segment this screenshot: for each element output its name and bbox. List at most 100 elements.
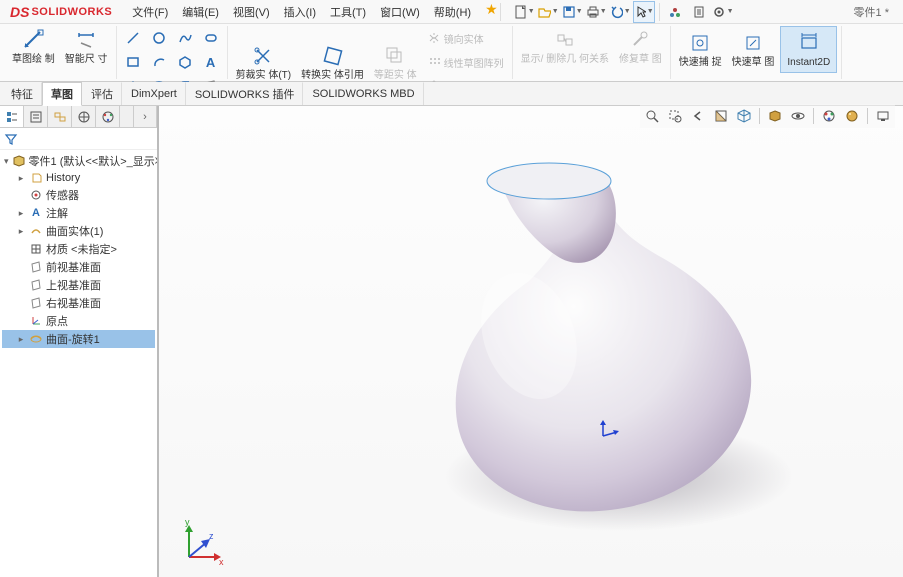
- ribbon-group-modify: 剪裁实 体(T) 转换实 体引用 等距实 体 镜向实体 线性草图阵列 移动实体: [228, 26, 513, 79]
- pattern-button: 线性草图阵列: [423, 50, 508, 74]
- ribbon-group-sketch: 草图绘 制 智能尺 寸: [4, 26, 117, 79]
- main-menu: 文件(F) 编辑(E) 视图(V) 插入(I) 工具(T) 窗口(W) 帮助(H…: [126, 1, 497, 23]
- tree-annotations[interactable]: ▸A注解: [2, 204, 155, 222]
- main-area: › ▾零件1 (默认<<默认>_显示状态 ▸History 传感器 ▸A注解 ▸…: [0, 106, 903, 577]
- tree-history[interactable]: ▸History: [2, 170, 155, 186]
- instant2d-button[interactable]: Instant2D: [780, 26, 837, 73]
- view-orientation-button[interactable]: [734, 106, 754, 126]
- ribbon-group-relations: 显示/ 删除几 何关系 修复草 图: [513, 26, 671, 79]
- display-relations-button: 显示/ 删除几 何关系: [517, 26, 613, 67]
- document-name: 零件1 *: [854, 4, 899, 20]
- tab-sketch[interactable]: 草图: [42, 82, 82, 106]
- zoom-fit-button[interactable]: [642, 106, 662, 126]
- trim-button[interactable]: 剪裁实 体(T): [232, 42, 296, 83]
- hide-show-button[interactable]: [788, 106, 808, 126]
- menu-tools[interactable]: 工具(T): [324, 1, 372, 23]
- section-view-button[interactable]: [711, 106, 731, 126]
- display-manager-tab[interactable]: [96, 106, 120, 127]
- feature-manager-tab[interactable]: [0, 106, 24, 127]
- rebuild-button[interactable]: [664, 1, 686, 23]
- slot-button[interactable]: [199, 26, 223, 50]
- separator: [867, 108, 868, 124]
- mirror-button: 镜向实体: [423, 26, 508, 50]
- funnel-icon[interactable]: [4, 132, 18, 146]
- undo-button[interactable]: ▼: [609, 1, 631, 23]
- open-button[interactable]: ▼: [537, 1, 559, 23]
- svg-text:z: z: [209, 531, 214, 541]
- property-manager-tab[interactable]: [24, 106, 48, 127]
- tree-material[interactable]: 材质 <未指定>: [2, 240, 155, 258]
- command-manager-tabs: 特征 草图 评估 DimXpert SOLIDWORKS 插件 SOLIDWOR…: [0, 82, 903, 106]
- quick-sketch-button[interactable]: 快速草 图: [728, 29, 779, 70]
- tree-revolve-feature[interactable]: ▸曲面-旋转1: [2, 330, 155, 348]
- menu-help[interactable]: 帮助(H): [428, 1, 477, 23]
- edit-appearance-button[interactable]: [819, 106, 839, 126]
- heads-up-view-toolbar: [640, 104, 895, 128]
- options-button[interactable]: ▼: [712, 1, 734, 23]
- repair-sketch-button: 修复草 图: [615, 26, 666, 67]
- tab-addins[interactable]: SOLIDWORKS 插件: [186, 82, 304, 105]
- quick-snap-button[interactable]: 快速捕 捉: [675, 29, 726, 70]
- separator: [759, 108, 760, 124]
- configuration-manager-tab[interactable]: [48, 106, 72, 127]
- apply-scene-button[interactable]: [842, 106, 862, 126]
- svg-text:x: x: [219, 557, 224, 567]
- file-properties-button[interactable]: [688, 1, 710, 23]
- origin-triad-icon: [597, 418, 621, 442]
- separator: [500, 3, 501, 21]
- ribbon: 草图绘 制 智能尺 寸 A: [0, 24, 903, 82]
- tree-origin[interactable]: 原点: [2, 312, 155, 330]
- arc-button[interactable]: [147, 50, 171, 74]
- feature-tree: ▾零件1 (默认<<默认>_显示状态 ▸History 传感器 ▸A注解 ▸曲面…: [0, 150, 157, 577]
- menu-window[interactable]: 窗口(W): [374, 1, 426, 23]
- tree-sensors[interactable]: 传感器: [2, 186, 155, 204]
- graphics-viewport[interactable]: y x z: [159, 106, 903, 577]
- separator: [659, 3, 660, 21]
- previous-view-button[interactable]: [688, 106, 708, 126]
- app-logo: DS SOLIDWORKS: [4, 4, 118, 20]
- manager-tabs: ›: [0, 106, 157, 128]
- menu-file[interactable]: 文件(F): [126, 1, 174, 23]
- text-button[interactable]: A: [199, 50, 223, 74]
- save-button[interactable]: ▼: [561, 1, 583, 23]
- tab-features[interactable]: 特征: [2, 82, 42, 105]
- tree-filter-row: [0, 128, 157, 150]
- view-settings-button[interactable]: [873, 106, 893, 126]
- feature-manager-panel: › ▾零件1 (默认<<默认>_显示状态 ▸History 传感器 ▸A注解 ▸…: [0, 106, 159, 577]
- logo-ds-icon: DS: [10, 4, 29, 20]
- select-button[interactable]: ▼: [633, 1, 655, 23]
- print-button[interactable]: ▼: [585, 1, 607, 23]
- manager-expand-tab[interactable]: ›: [133, 106, 157, 127]
- smart-dimension-button[interactable]: 智能尺 寸: [61, 26, 112, 67]
- tree-surface-bodies[interactable]: ▸曲面实体(1): [2, 222, 155, 240]
- dimxpert-manager-tab[interactable]: [72, 106, 96, 127]
- svg-text:y: y: [185, 517, 190, 527]
- title-bar: DS SOLIDWORKS 文件(F) 编辑(E) 视图(V) 插入(I) 工具…: [0, 0, 903, 24]
- circle-button[interactable]: [147, 26, 171, 50]
- menu-edit[interactable]: 编辑(E): [176, 1, 225, 23]
- spline-button[interactable]: [173, 26, 197, 50]
- tab-dimxpert[interactable]: DimXpert: [122, 82, 186, 105]
- zoom-area-button[interactable]: [665, 106, 685, 126]
- model-view: [159, 106, 903, 577]
- tab-evaluate[interactable]: 评估: [82, 82, 122, 105]
- sketch-button[interactable]: 草图绘 制: [8, 26, 59, 67]
- ribbon-group-draw: A: [117, 26, 228, 79]
- tree-root[interactable]: ▾零件1 (默认<<默认>_显示状态: [2, 152, 155, 170]
- convert-button[interactable]: 转换实 体引用: [297, 42, 368, 83]
- display-style-button[interactable]: [765, 106, 785, 126]
- tree-top-plane[interactable]: 上视基准面: [2, 276, 155, 294]
- rectangle-button[interactable]: [121, 50, 145, 74]
- coordinate-triad-icon: y x z: [177, 517, 227, 567]
- new-button[interactable]: ▼: [513, 1, 535, 23]
- tree-front-plane[interactable]: 前视基准面: [2, 258, 155, 276]
- menu-view[interactable]: 视图(V): [227, 1, 276, 23]
- polygon-button[interactable]: [173, 50, 197, 74]
- separator: [813, 108, 814, 124]
- line-button[interactable]: [121, 26, 145, 50]
- standard-toolbar: ▼ ▼ ▼ ▼ ▼ ▼ ▼: [513, 1, 734, 23]
- tree-right-plane[interactable]: 右视基准面: [2, 294, 155, 312]
- tab-mbd[interactable]: SOLIDWORKS MBD: [303, 82, 423, 105]
- menu-insert[interactable]: 插入(I): [278, 1, 322, 23]
- star-icon[interactable]: ★: [485, 1, 498, 23]
